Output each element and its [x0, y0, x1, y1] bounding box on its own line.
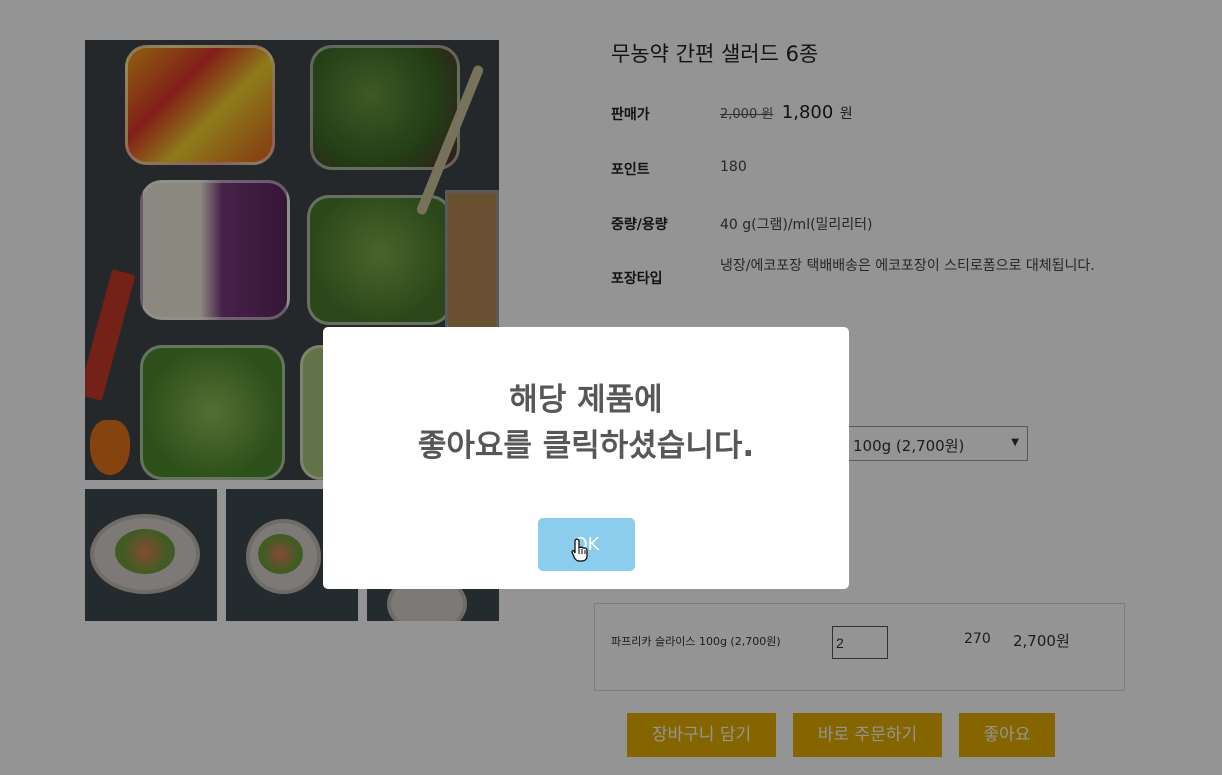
modal-message-line-1: 해당 제품에 [509, 382, 663, 418]
modal-message: 해당 제품에 좋아요를 클릭하셨습니다. [323, 377, 849, 469]
hand-cursor-icon [571, 538, 588, 562]
modal-message-line-2: 좋아요를 클릭하셨습니다. [417, 428, 755, 464]
like-confirm-modal: 해당 제품에 좋아요를 클릭하셨습니다. OK [323, 327, 849, 589]
